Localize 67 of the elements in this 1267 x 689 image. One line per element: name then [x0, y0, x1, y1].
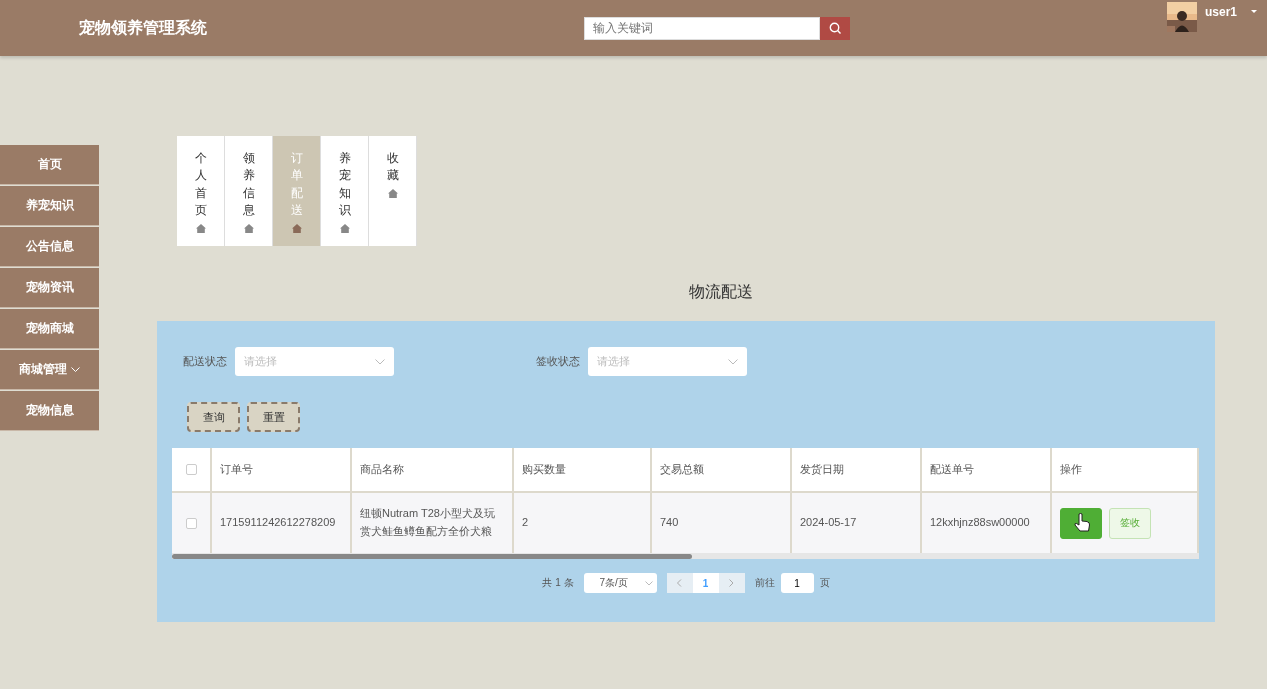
- page-number[interactable]: 1: [692, 573, 719, 593]
- page-title: 物流配送: [687, 282, 754, 302]
- select-field[interactable]: 请选择: [235, 347, 394, 376]
- column-header: 商品名称: [352, 448, 514, 493]
- search-icon: [829, 22, 841, 34]
- chevron-down-icon: [71, 367, 80, 372]
- table-cell: 740: [652, 493, 792, 553]
- action-button[interactable]: [1060, 507, 1102, 539]
- page-size-select[interactable]: 7条/页: [583, 573, 657, 593]
- page-input[interactable]: 1: [780, 573, 814, 593]
- column-header: 订单号: [212, 448, 352, 493]
- total-count: 共 1 条: [542, 576, 574, 590]
- scrollbar-thumb[interactable]: [172, 554, 692, 559]
- house-icon: [291, 223, 302, 233]
- search-button[interactable]: [820, 16, 850, 40]
- filter-label: 配送状态: [183, 354, 227, 369]
- sidebar-item[interactable]: 公告信息: [0, 227, 99, 267]
- sidebar-item[interactable]: 宠物商城: [0, 309, 99, 349]
- prev-page-button[interactable]: [666, 573, 693, 593]
- chevron-left-icon: [677, 579, 683, 587]
- table-cell: 2: [514, 493, 652, 553]
- checkbox[interactable]: [185, 464, 197, 475]
- sidebar-item[interactable]: 商城管理: [0, 350, 99, 390]
- page-suffix: 页: [819, 576, 830, 590]
- goto-label: 前往: [754, 576, 775, 590]
- house-icon: [243, 223, 254, 233]
- select-field[interactable]: 请选择: [588, 347, 747, 376]
- tab[interactable]: 个人首页: [177, 136, 225, 246]
- search-field[interactable]: 输入关键词: [584, 16, 820, 40]
- tab-label: 领养信息: [242, 150, 255, 220]
- sign-button[interactable]: 签收: [1109, 507, 1151, 539]
- hand-cursor-icon: [1073, 512, 1091, 532]
- sidebar-item[interactable]: 养宠知识: [0, 186, 99, 226]
- tab-label: 收藏: [386, 150, 399, 185]
- tab[interactable]: 养宠知识: [321, 136, 369, 246]
- tab[interactable]: 领养信息: [225, 136, 273, 246]
- chevron-down-icon: [728, 358, 738, 365]
- tab-label: 个人首页: [194, 150, 207, 220]
- table-cell: 12kxhjnz88sw00000: [922, 493, 1052, 553]
- tab-label: 养宠知识: [338, 150, 351, 220]
- sidebar-item[interactable]: 首页: [0, 145, 99, 185]
- sidebar-item[interactable]: 宠物资讯: [0, 268, 99, 308]
- filter-button[interactable]: 重置: [247, 402, 300, 432]
- caret-icon: [1251, 10, 1257, 13]
- filter-label: 签收状态: [536, 354, 580, 369]
- house-icon: [339, 223, 350, 233]
- chevron-down-icon: [644, 580, 653, 586]
- column-header: 发货日期: [792, 448, 922, 493]
- table-cell: 1715911242612278209: [212, 493, 352, 553]
- table-cell: 纽顿Nutram T28小型犬及玩赏犬鲑鱼鳟鱼配方全价犬粮: [352, 493, 514, 553]
- tab-label: 订单配送: [290, 150, 303, 220]
- table-cell: 2024-05-17: [792, 493, 922, 553]
- app-title: 宠物领养管理系统: [79, 17, 208, 38]
- next-page-button[interactable]: [718, 573, 745, 593]
- house-icon: [387, 188, 398, 198]
- house-icon: [195, 223, 206, 233]
- column-header: 购买数量: [514, 448, 652, 493]
- tab[interactable]: 收藏: [369, 136, 417, 246]
- column-header: 配送单号: [922, 448, 1052, 493]
- chevron-down-icon: [375, 358, 385, 365]
- user-name[interactable]: user1: [1204, 5, 1237, 19]
- filter-button[interactable]: 查询: [187, 402, 240, 432]
- checkbox[interactable]: [185, 517, 197, 529]
- column-header: 操作: [1052, 448, 1199, 493]
- chevron-right-icon: [729, 579, 735, 587]
- sidebar-item[interactable]: 宠物信息: [0, 391, 99, 431]
- column-header: 交易总额: [652, 448, 792, 493]
